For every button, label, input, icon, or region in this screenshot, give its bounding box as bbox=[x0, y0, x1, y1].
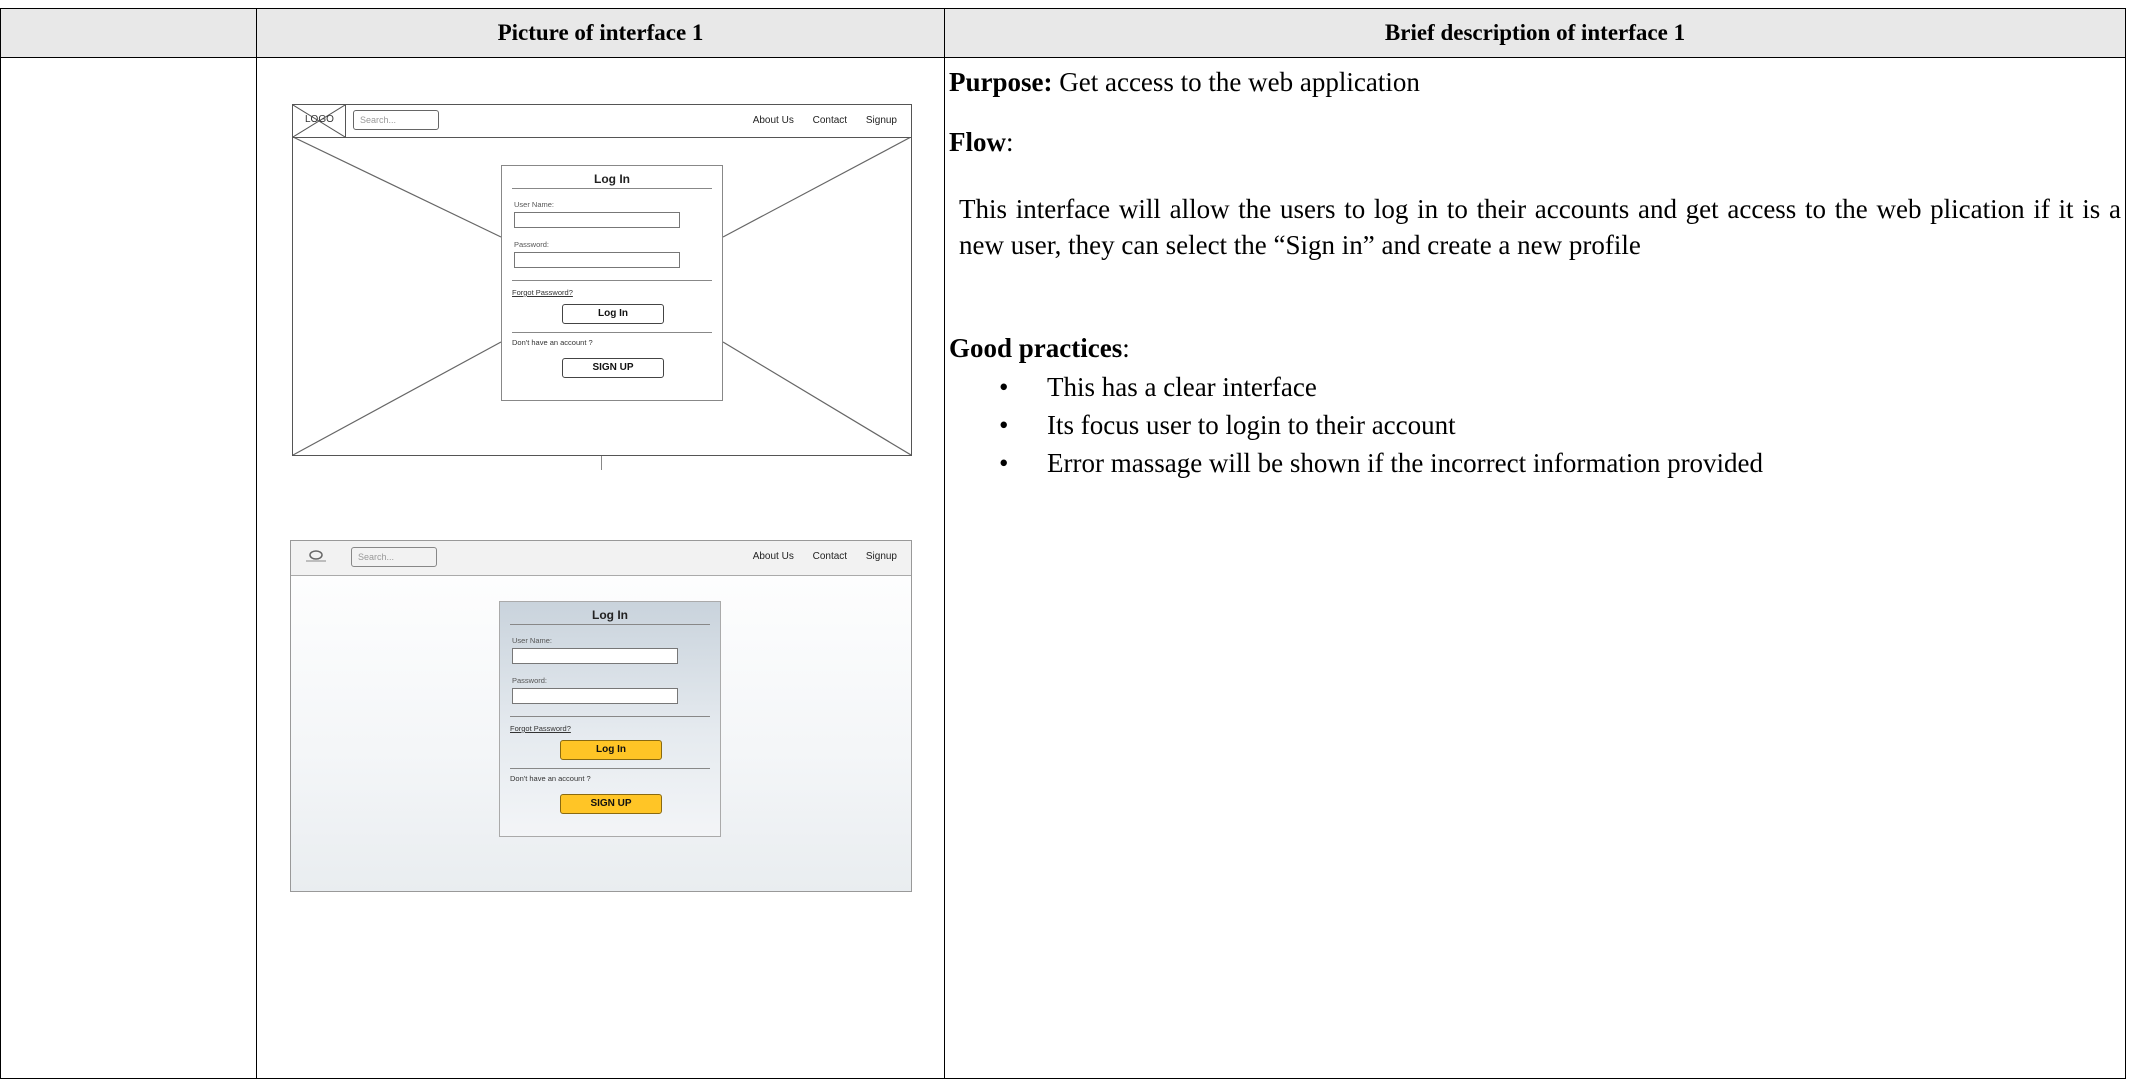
header-picture: Picture of interface 1 bbox=[256, 8, 945, 58]
nav-contact[interactable]: Contact bbox=[813, 115, 847, 126]
login-title: Log In bbox=[594, 172, 630, 186]
purpose-paragraph: Purpose: Get access to the web applicati… bbox=[949, 64, 2121, 100]
signup-button[interactable]: SIGN UP bbox=[560, 794, 662, 814]
flow-heading: Flow: bbox=[949, 124, 2121, 160]
empty-cell bbox=[0, 57, 257, 1079]
no-account-text: Don't have an account ? bbox=[510, 774, 591, 783]
nav-links: About Us Contact Signup bbox=[737, 551, 897, 562]
flow-colon: : bbox=[1006, 127, 1014, 158]
divider bbox=[512, 280, 712, 281]
nav-links: About Us Contact Signup bbox=[737, 115, 897, 126]
forgot-password-link[interactable]: Forgot Password? bbox=[512, 288, 573, 297]
divider bbox=[512, 332, 712, 333]
username-field[interactable] bbox=[512, 648, 678, 664]
search-input[interactable]: Search... bbox=[353, 110, 439, 130]
good-practices-heading: Good practices: bbox=[949, 330, 2121, 366]
login-button[interactable]: Log In bbox=[562, 304, 664, 324]
list-item: Its focus user to login to their account bbox=[999, 406, 2121, 444]
nav-contact[interactable]: Contact bbox=[813, 551, 847, 562]
good-practices-label: Good practices bbox=[949, 332, 1123, 363]
nav-about-us[interactable]: About Us bbox=[753, 551, 794, 562]
nav-signup[interactable]: Signup bbox=[866, 551, 897, 562]
purpose-label: Purpose: bbox=[949, 67, 1053, 97]
logo-placeholder: LOGO bbox=[293, 105, 346, 137]
username-field[interactable] bbox=[514, 212, 680, 228]
good-practices-list: This has a clear interface Its focus use… bbox=[949, 368, 2121, 482]
list-item: Error massage will be shown if the incor… bbox=[999, 444, 2121, 482]
good-practices-colon: : bbox=[1122, 332, 1130, 363]
login-button[interactable]: Log In bbox=[560, 740, 662, 760]
logo-text: LOGO bbox=[305, 114, 334, 125]
signup-button[interactable]: SIGN UP bbox=[562, 358, 664, 378]
description-cell: Purpose: Get access to the web applicati… bbox=[944, 57, 2126, 1079]
password-label: Password: bbox=[514, 240, 550, 249]
username-label: User Name: bbox=[512, 636, 553, 645]
header-row: Picture of interface 1 Brief description… bbox=[0, 8, 2126, 58]
header-empty-cell bbox=[0, 8, 257, 58]
header-description: Brief description of interface 1 bbox=[944, 8, 2126, 58]
login-panel: Log In User Name: Password: Forgot Passw… bbox=[499, 601, 721, 837]
search-input[interactable]: Search... bbox=[351, 547, 437, 567]
divider bbox=[510, 624, 710, 625]
divider bbox=[510, 716, 710, 717]
divider bbox=[510, 768, 710, 769]
styled-mockup: Search... About Us Contact Signup Log In… bbox=[290, 540, 912, 892]
wireframe-mockup: LOGO Search... About Us Contact Signup L… bbox=[292, 104, 912, 456]
forgot-password-link[interactable]: Forgot Password? bbox=[510, 724, 571, 733]
no-account-text: Don't have an account ? bbox=[512, 338, 593, 347]
flow-label: Flow bbox=[949, 127, 1006, 158]
nav-about-us[interactable]: About Us bbox=[753, 115, 794, 126]
login-panel: Log In User Name: Password: Forgot Passw… bbox=[501, 165, 723, 401]
nav-signup[interactable]: Signup bbox=[866, 115, 897, 126]
password-field[interactable] bbox=[512, 688, 678, 704]
password-field[interactable] bbox=[514, 252, 680, 268]
mockup-navbar: Search... About Us Contact Signup bbox=[291, 541, 911, 576]
login-title: Log In bbox=[592, 608, 628, 622]
logo-icon bbox=[306, 550, 326, 562]
username-label: User Name: bbox=[514, 200, 555, 209]
password-label: Password: bbox=[512, 676, 548, 685]
connector-line bbox=[601, 456, 602, 470]
flow-text: This interface will allow the users to l… bbox=[959, 193, 2121, 261]
wireframe-navbar: LOGO Search... About Us Contact Signup bbox=[293, 105, 911, 138]
purpose-text: Get access to the web application bbox=[1052, 67, 1420, 97]
divider bbox=[512, 188, 712, 189]
list-item: This has a clear interface bbox=[999, 368, 2121, 406]
